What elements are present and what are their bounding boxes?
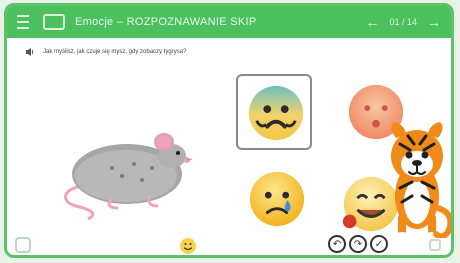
app-window: Emocje – ROZPOZNAWANIE SKIP ← 01 / 14 → … <box>4 3 454 258</box>
previous-icon[interactable] <box>15 237 31 253</box>
choice-card-sad[interactable] <box>238 166 314 236</box>
scared-emoji-icon <box>248 85 304 141</box>
redo-button[interactable]: ↷ <box>349 235 367 253</box>
action-buttons: ↶ ↷ ✓ <box>328 235 388 253</box>
app-icon <box>43 14 65 30</box>
question-row: Jak myślisz, jak czuje się mysz, gdy zob… <box>25 47 186 57</box>
question-text: Jak myślisz, jak czuje się mysz, gdy zob… <box>43 49 187 55</box>
undo-icon: ↶ <box>332 238 342 250</box>
redo-icon: ↷ <box>353 238 363 250</box>
tiger-illustration <box>391 122 451 238</box>
audio-icon[interactable] <box>25 47 35 57</box>
bottom-toolbar: ↶ ↷ ✓ <box>7 233 451 255</box>
menu-icon[interactable] <box>17 15 29 29</box>
back-arrow-icon[interactable]: ← <box>365 15 379 29</box>
check-icon: ✓ <box>374 238 384 250</box>
header-controls: ← 01 / 14 → <box>365 15 441 29</box>
smiley-button-icon[interactable] <box>179 237 197 255</box>
mouse-illustration <box>64 133 192 221</box>
page-title: Emocje – ROZPOZNAWANIE SKIP <box>75 16 257 28</box>
undo-button[interactable]: ↶ <box>328 235 346 253</box>
fullscreen-icon[interactable] <box>429 239 441 251</box>
check-button[interactable]: ✓ <box>370 235 388 253</box>
forward-arrow-icon[interactable]: → <box>427 15 441 29</box>
top-bar: Emocje – ROZPOZNAWANIE SKIP ← 01 / 14 → <box>7 6 451 38</box>
sad-emoji-icon <box>249 171 305 227</box>
page-counter: 01 / 14 <box>389 17 417 27</box>
choice-card-scared[interactable] <box>236 74 312 150</box>
